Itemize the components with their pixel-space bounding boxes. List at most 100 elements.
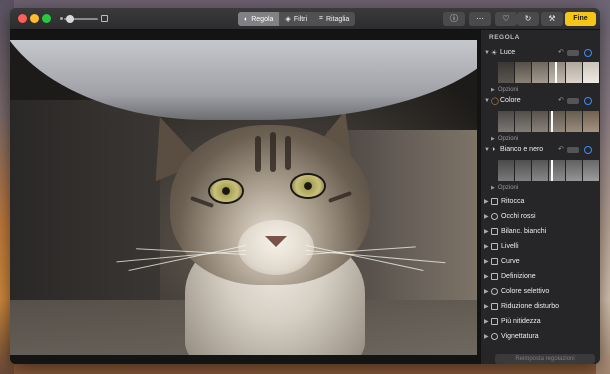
disclosure-right-icon[interactable]: ▶ [484,213,489,220]
tool-colore-selettivo[interactable]: ▶ Colore selettivo [481,285,600,299]
adjustments-sidebar: REGOLA ▼ ☀ Luce ↶ ▶Opzioni ▼ ◯ Colore ↶ [480,30,600,364]
luce-filmstrip[interactable] [498,62,600,83]
luce-slider-handle[interactable] [555,62,557,83]
tool-piu-nitidezza[interactable]: ▶ Più nitidezza [481,315,600,329]
reset-adjustments-button[interactable]: Reimposta regolazioni [495,354,595,364]
photo-canvas[interactable] [10,30,480,364]
disclosure-right-icon[interactable]: ▶ [484,228,489,235]
disclosure-down-icon[interactable]: ▼ [484,50,490,56]
zoom-in-icon [101,15,108,22]
enable-toggle[interactable] [584,146,592,154]
adjust-icon: ◐ [244,15,249,23]
rotate-button[interactable]: ↻ [517,12,539,26]
sun-icon: ☀ [491,50,498,57]
luce-options[interactable]: ▶ Opzioni [491,87,518,93]
bianco-nero-options[interactable]: ▶ Opzioni [491,185,518,191]
disclosure-right-icon[interactable]: ▶ [484,198,489,205]
tool-bilanc-bianchi[interactable]: ▶ Bilanc. bianchi [481,225,600,239]
filters-icon: ◈ [285,16,291,23]
undo-icon[interactable]: ↶ [558,96,564,104]
disclosure-right-icon[interactable]: ▶ [484,258,489,265]
disclosure-right-icon[interactable]: ▶ [484,288,489,295]
disclosure-right-icon[interactable]: ▶ [484,333,489,340]
tool-livelli[interactable]: ▶ Livelli [481,240,600,254]
cat-muzzle [238,220,314,275]
section-colore-label: Colore [500,97,521,104]
tab-filtri-label: Filtri [293,15,308,23]
tab-regola-label: Regola [251,15,274,23]
colore-filmstrip[interactable] [498,111,600,132]
color-circle-icon: ◯ [491,98,499,105]
crop-icon: ⌗ [319,15,323,22]
auto-button[interactable] [567,98,579,104]
colore-options[interactable]: ▶ Opzioni [491,136,518,142]
section-bianco-nero-header[interactable]: ▼ ◑ Bianco e nero ↶ [481,145,600,157]
bianco-nero-slider-handle[interactable] [551,160,553,181]
more-button[interactable]: ⋯ [469,12,491,26]
disclosure-right-icon[interactable]: ▶ [484,318,489,325]
favorite-button[interactable]: ♡ [495,12,517,26]
eye-icon [491,213,498,220]
toolbar: ◐ Regola ◈ Filtri ⌗ Ritaglia ⓘ ⋯ ♡ ↻ ⚒ F… [10,8,600,30]
bianco-nero-filmstrip[interactable] [498,160,600,181]
curves-icon [491,258,498,265]
half-circle-icon: ◑ [491,146,496,153]
section-colore-header[interactable]: ▼ ◯ Colore ↶ [481,96,600,108]
disclosure-right-icon[interactable]: ▶ [484,273,489,280]
disclosure-right-icon: ▶ [491,185,495,191]
zoom-out-icon [60,17,63,20]
disclosure-down-icon[interactable]: ▼ [484,98,490,104]
tool-riduzione-disturbo[interactable]: ▶ Riduzione disturbo [481,300,600,314]
done-button[interactable]: Fine [565,12,596,26]
edit-mode-tabs: ◐ Regola ◈ Filtri ⌗ Ritaglia [238,12,356,26]
tool-definizione[interactable]: ▶ Definizione [481,270,600,284]
tab-filtri[interactable]: ◈ Filtri [279,12,313,26]
definition-icon [491,273,498,280]
tab-ritaglia[interactable]: ⌗ Ritaglia [313,12,355,26]
selective-color-icon [491,288,498,295]
disclosure-right-icon: ▶ [491,136,495,142]
sharpen-icon [491,318,498,325]
section-luce-label: Luce [500,49,516,56]
auto-enhance-button[interactable]: ⚒ [541,12,563,26]
colore-slider-handle[interactable] [551,111,553,132]
tool-curve[interactable]: ▶ Curve [481,255,600,269]
cat-nose [265,236,287,247]
sidebar-title: REGOLA [489,34,520,41]
enable-toggle[interactable] [584,97,592,105]
edited-photo[interactable] [10,40,477,355]
enable-toggle[interactable] [584,49,592,57]
close-window-button[interactable] [18,14,27,23]
section-bianco-nero-label: Bianco e nero [500,146,544,153]
white-balance-icon [491,228,498,235]
disclosure-down-icon[interactable]: ▼ [484,147,490,153]
auto-button[interactable] [567,50,579,56]
minimize-window-button[interactable] [30,14,39,23]
tool-ritocca[interactable]: ▶ Ritocca [481,195,600,209]
section-luce-header[interactable]: ▼ ☀ Luce ↶ [481,48,600,60]
tool-occhi-rossi[interactable]: ▶ Occhi rossi [481,210,600,224]
rotate-icon: ↻ [524,14,532,23]
fullscreen-window-button[interactable] [42,14,51,23]
cat-eye-left [210,180,242,202]
vignette-icon [491,333,498,340]
disclosure-right-icon[interactable]: ▶ [484,243,489,250]
auto-button[interactable] [567,147,579,153]
cat-eye-right [292,175,324,197]
zoom-slider[interactable] [60,14,108,24]
tool-vignettatura[interactable]: ▶ Vignettatura [481,330,600,344]
photos-edit-window: ◐ Regola ◈ Filtri ⌗ Ritaglia ⓘ ⋯ ♡ ↻ ⚒ F… [10,8,600,364]
undo-icon[interactable]: ↶ [558,145,564,153]
disclosure-right-icon: ▶ [491,87,495,93]
undo-icon[interactable]: ↶ [558,48,564,56]
bandage-icon [491,198,498,205]
zoom-knob[interactable] [66,15,74,23]
magic-wand-icon: ⚒ [548,14,556,23]
more-icon: ⋯ [476,14,484,23]
disclosure-right-icon[interactable]: ▶ [484,303,489,310]
info-icon: ⓘ [450,14,458,23]
heart-icon: ♡ [502,14,510,23]
noise-reduction-icon [491,303,498,310]
info-button[interactable]: ⓘ [443,12,465,26]
tab-regola[interactable]: ◐ Regola [238,12,280,26]
